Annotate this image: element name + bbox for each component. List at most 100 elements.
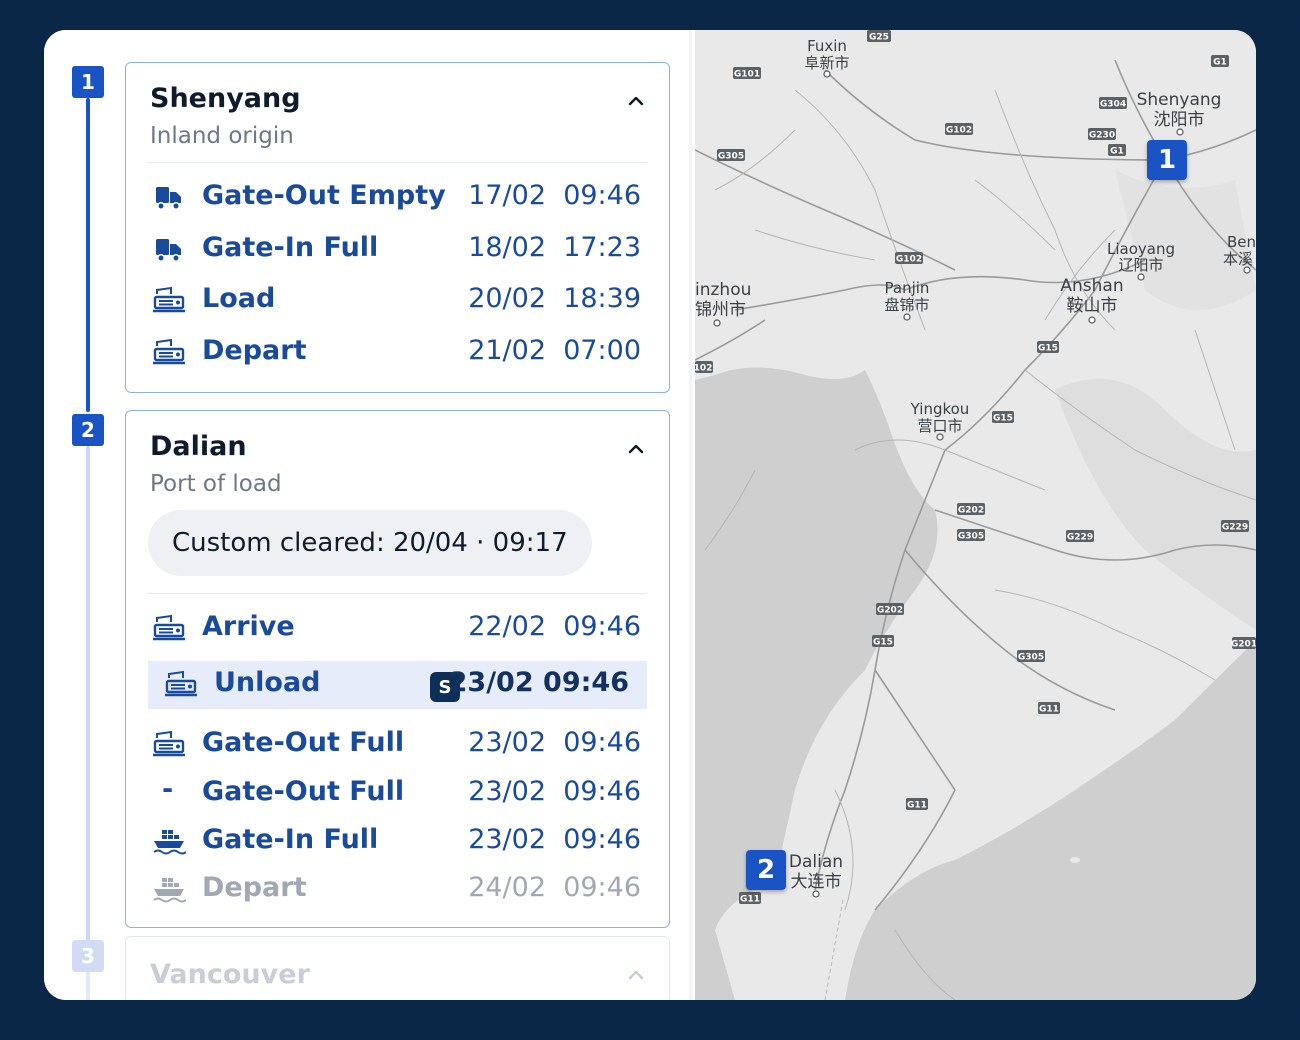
svg-text:Yingkou: Yingkou	[910, 400, 970, 418]
vessel-icon	[153, 830, 186, 855]
chevron-up-icon[interactable]	[625, 90, 647, 112]
road-shield: G305	[717, 149, 745, 162]
event-row[interactable]: Gate-Out Empty 17/02 09:46	[148, 174, 647, 220]
event-datetime: 22/02 09:46	[468, 611, 641, 642]
event-datetime: 24/02 09:46	[468, 872, 641, 903]
map-pin-2[interactable]: 2	[746, 850, 786, 890]
svg-text:102: 102	[695, 364, 712, 374]
svg-text:Fuxin: Fuxin	[807, 37, 847, 55]
app-frame: 1 2 3 Shenyang Inland origin Gate-Out Em…	[0, 0, 1300, 1040]
road-shield: G1	[1211, 55, 1229, 68]
event-label: Load	[202, 283, 276, 314]
svg-text:Ben: Ben	[1227, 233, 1256, 251]
svg-text:G305: G305	[958, 532, 984, 542]
svg-text:Panjin: Panjin	[885, 279, 930, 297]
svg-text:G11: G11	[740, 895, 760, 905]
event-row-highlighted[interactable]: Unload S 23/02 09:46	[148, 661, 647, 709]
road-shield: G305	[1017, 650, 1045, 663]
event-row[interactable]: Arrive 22/02 09:46	[148, 605, 647, 651]
city-label-dalian: Dalian 大连市	[789, 852, 843, 898]
event-row[interactable]: Gate-In Full 18/02 17:23	[148, 226, 647, 272]
event-label: Gate-In Full	[202, 824, 379, 855]
event-row[interactable]: - Gate-Out Full 23/02 09:46	[148, 770, 647, 816]
rail-icon	[165, 670, 197, 697]
svg-text:阜新市: 阜新市	[804, 54, 849, 72]
road-shield: G15	[1037, 341, 1059, 354]
event-label: Gate-Out Full	[202, 727, 405, 758]
shipment-timeline-panel: 1 2 3 Shenyang Inland origin Gate-Out Em…	[44, 30, 694, 1000]
svg-text:大连市: 大连市	[791, 872, 842, 892]
road-shield: G305	[957, 529, 985, 542]
svg-text:G15: G15	[993, 414, 1013, 424]
svg-text:G229: G229	[1222, 523, 1248, 533]
svg-text:G201: G201	[1231, 640, 1256, 650]
road-shield: G229	[1221, 520, 1249, 533]
road-shield: G202	[957, 503, 985, 516]
city-label-jinzhou: inzhou 锦州市	[695, 280, 751, 327]
svg-text:G15: G15	[1038, 344, 1058, 354]
stop-card-dalian: Dalian Port of load Custom cleared: 20/0…	[125, 410, 670, 928]
event-datetime: 23/02 09:46	[468, 824, 641, 855]
event-label: Depart	[202, 872, 307, 903]
svg-text:G229: G229	[1067, 533, 1093, 543]
timeline-rail-pending	[86, 446, 90, 946]
chevron-up-icon[interactable]	[625, 964, 647, 986]
svg-text:鞍山市: 鞍山市	[1067, 296, 1118, 316]
event-datetime: 20/02 18:39	[468, 283, 641, 314]
event-label: Unload	[214, 667, 321, 698]
rail-icon	[153, 338, 185, 365]
svg-text:G202: G202	[958, 506, 984, 516]
city-label-panjin: Panjin 盘锦市	[884, 279, 930, 321]
road-shield: G1	[1108, 144, 1126, 157]
card-divider	[148, 162, 647, 163]
step-badge-2: 2	[72, 414, 104, 446]
svg-text:本溪: 本溪	[1223, 250, 1253, 268]
svg-text:Dalian: Dalian	[789, 852, 843, 872]
svg-text:G102: G102	[946, 126, 972, 136]
stop-card-vancouver[interactable]: Vancouver	[125, 936, 670, 1000]
event-row[interactable]: Gate-Out Full 23/02 09:46	[148, 721, 647, 767]
road-shield: G101	[733, 67, 761, 80]
route-map[interactable]: G25 G101 G1 G304 G230 G1 G102 G305 G102 …	[695, 30, 1256, 1000]
event-label: Gate-Out Full	[202, 776, 405, 807]
svg-text:G304: G304	[1100, 100, 1126, 110]
event-row-pending[interactable]: Depart 24/02 09:46	[148, 866, 647, 912]
custom-cleared-pill: Custom cleared: 20/04 · 09:17	[148, 510, 592, 576]
rail-icon	[153, 286, 185, 313]
chevron-up-icon[interactable]	[625, 438, 647, 460]
svg-text:G305: G305	[718, 152, 744, 162]
event-label: Depart	[202, 335, 307, 366]
road-shield: G202	[876, 603, 904, 616]
svg-text:G102: G102	[896, 255, 922, 265]
road-shield: G11	[739, 892, 761, 905]
event-label: Gate-Out Empty	[202, 180, 446, 211]
svg-text:G11: G11	[1039, 705, 1059, 715]
card-divider	[148, 593, 647, 594]
map-pin-1[interactable]: 1	[1147, 140, 1187, 180]
app-window: 1 2 3 Shenyang Inland origin Gate-Out Em…	[44, 30, 1256, 1000]
svg-text:G1: G1	[1110, 147, 1124, 157]
event-row[interactable]: Depart 21/02 07:00	[148, 329, 647, 375]
event-datetime: 23/02 09:46	[448, 667, 629, 698]
road-shield: G11	[906, 798, 928, 811]
svg-text:inzhou: inzhou	[695, 280, 751, 300]
rail-icon	[153, 614, 185, 641]
truck-icon	[156, 239, 181, 262]
city-label-yingkou: Yingkou 营口市	[910, 400, 970, 441]
svg-text:营口市: 营口市	[917, 417, 962, 435]
event-row[interactable]: Gate-In Full 23/02 09:46	[148, 818, 647, 864]
road-shield: G201	[1231, 637, 1256, 650]
road-shield: G102	[945, 123, 973, 136]
timeline-rail-complete	[86, 98, 90, 412]
vessel-icon	[153, 878, 186, 903]
stop-subtitle: Port of load	[150, 471, 282, 497]
stop-title: Shenyang	[150, 83, 301, 114]
road-shield: G304	[1099, 97, 1127, 110]
svg-text:G1: G1	[1213, 58, 1227, 68]
road-shield: G15	[992, 411, 1014, 424]
svg-text:G25: G25	[869, 33, 889, 43]
svg-text:G15: G15	[873, 638, 893, 648]
event-label: Gate-In Full	[202, 232, 379, 263]
event-row[interactable]: Load 20/02 18:39	[148, 277, 647, 323]
road-shield: G230	[1088, 128, 1116, 141]
